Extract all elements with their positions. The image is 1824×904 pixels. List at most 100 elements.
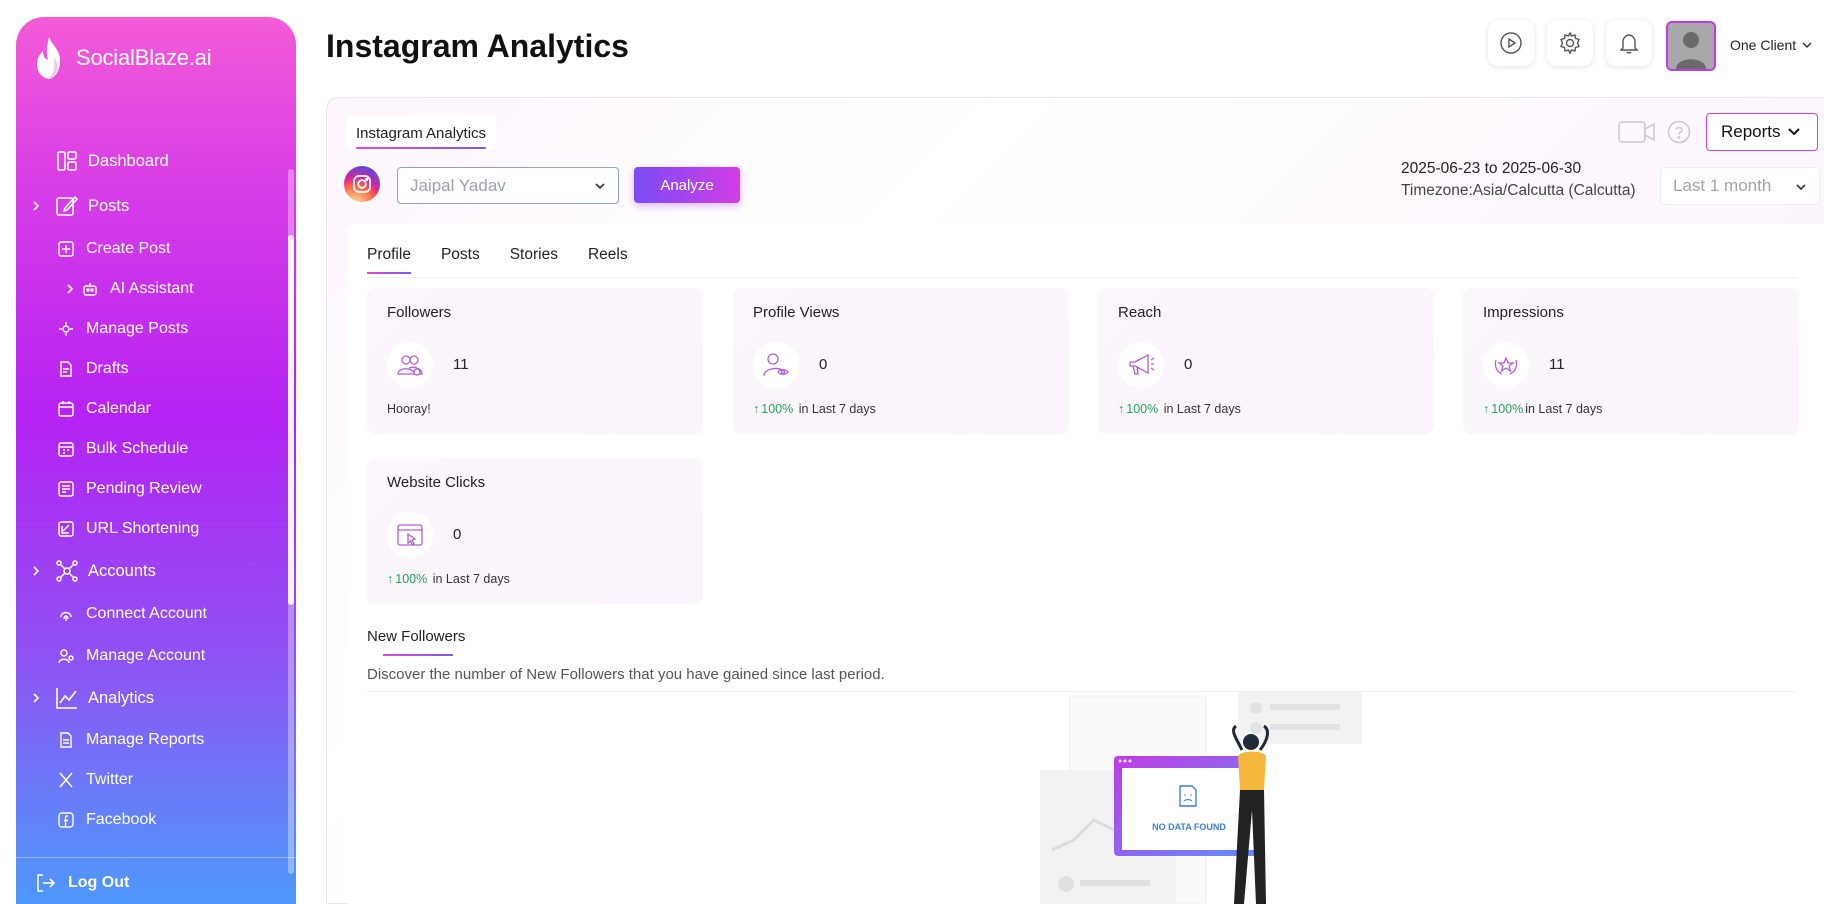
sidebar-item-label: Facebook: [86, 811, 157, 828]
video-camera-icon[interactable]: [1618, 120, 1656, 144]
account-select[interactable]: Jaipal Yadav: [397, 167, 619, 204]
stat-value: 0: [1184, 356, 1193, 373]
stat-pct: 100%: [761, 402, 794, 416]
account-select-value: Jaipal Yadav: [410, 175, 506, 195]
stat-value: 0: [819, 356, 828, 373]
period-select[interactable]: Last 1 month: [1660, 167, 1820, 205]
network-icon: [54, 558, 80, 584]
new-followers-title: New Followers: [367, 628, 466, 645]
stat-pct: 100%: [395, 572, 428, 586]
sidebar-item-label: Calendar: [86, 400, 151, 417]
megaphone-icon: [1118, 342, 1164, 388]
sidebar-item-calendar[interactable]: Calendar: [56, 394, 151, 424]
sidebar-item-manage-posts[interactable]: Manage Posts: [56, 314, 188, 344]
scrollbar-thumb[interactable]: [288, 235, 294, 605]
client-name: One Client: [1730, 37, 1797, 53]
sidebar-item-ai-assistant[interactable]: AI Assistant: [67, 274, 194, 304]
calendar-icon: [56, 399, 76, 419]
sidebar-item-label: Create Post: [86, 240, 171, 257]
tab-stories[interactable]: Stories: [510, 246, 558, 274]
stat-footer-text: Hooray!: [387, 402, 431, 416]
notifications-button[interactable]: [1606, 20, 1652, 66]
tab-posts[interactable]: Posts: [441, 246, 480, 274]
sidebar-item-posts[interactable]: Posts: [33, 191, 129, 221]
facebook-icon: [56, 810, 76, 830]
sidebar-item-pending-review[interactable]: Pending Review: [56, 474, 202, 504]
create-post-icon: [56, 239, 76, 259]
sidebar-item-label: Bulk Schedule: [86, 440, 189, 457]
sidebar-item-manage-reports[interactable]: Manage Reports: [56, 725, 204, 755]
sidebar-item-label: AI Assistant: [110, 280, 194, 297]
stat-value: 11: [1549, 356, 1565, 373]
logout-button[interactable]: Log Out: [34, 872, 129, 894]
sidebar-divider: [16, 857, 296, 858]
sidebar-item-connect-account[interactable]: Connect Account: [56, 599, 207, 629]
sidebar-item-twitter[interactable]: Twitter: [56, 765, 133, 795]
sidebar-item-accounts[interactable]: Accounts: [33, 556, 156, 586]
brand-logo[interactable]: SocialBlaze.ai: [30, 35, 212, 81]
client-switcher[interactable]: One Client: [1730, 37, 1812, 53]
report-icon: [56, 730, 76, 750]
link-icon: [56, 519, 76, 539]
settings-button[interactable]: [1547, 20, 1593, 66]
stat-pct: 100%: [1126, 402, 1159, 416]
profile-view-icon: [753, 342, 799, 388]
stat-title: Website Clicks: [387, 474, 486, 491]
sidebar: SocialBlaze.ai Dashboard Posts Create Po…: [16, 17, 296, 904]
app-root: SocialBlaze.ai Dashboard Posts Create Po…: [0, 0, 1824, 904]
sidebar-item-label: Connect Account: [86, 605, 207, 622]
click-window-icon: [387, 512, 433, 558]
sidebar-item-label: Dashboard: [88, 151, 169, 170]
tab-profile[interactable]: Profile: [367, 246, 411, 274]
sidebar-item-bulk-schedule[interactable]: Bulk Schedule: [56, 434, 188, 464]
chevron-down-icon: [595, 183, 605, 190]
arrow-up-icon: ↑: [753, 402, 760, 416]
timezone: Timezone:Asia/Calcutta (Calcutta): [1401, 182, 1636, 199]
page-title: Instagram Analytics: [326, 28, 629, 64]
stat-suffix: in Last 7 days: [429, 572, 510, 586]
sidebar-item-label: Twitter: [86, 771, 134, 788]
tabs-divider: [367, 277, 1797, 278]
gear-icon: [1560, 31, 1580, 55]
flame-icon: [37, 37, 60, 79]
date-range: 2025-06-23 to 2025-06-30: [1401, 160, 1582, 177]
avatar[interactable]: [1666, 21, 1716, 71]
sidebar-scrollbar[interactable]: [288, 169, 294, 874]
sidebar-item-create-post[interactable]: Create Post: [56, 234, 170, 264]
sidebar-item-label: Manage Account: [86, 647, 206, 664]
sidebar-item-manage-account[interactable]: Manage Account: [56, 641, 205, 671]
sidebar-item-analytics[interactable]: Analytics: [33, 683, 154, 713]
stat-suffix: in Last 7 days: [1525, 402, 1603, 416]
sidebar-item-url-shortening[interactable]: URL Shortening: [56, 514, 199, 544]
robot-icon: [80, 279, 100, 299]
no-data-illustration: NO DATA FOUND: [1040, 692, 1362, 904]
tab-reels[interactable]: Reels: [588, 246, 628, 274]
chevron-down-icon: [1802, 42, 1812, 49]
stat-title: Impressions: [1483, 304, 1564, 321]
sidebar-item-facebook[interactable]: Facebook: [56, 805, 156, 835]
sidebar-item-label: Manage Posts: [86, 320, 189, 337]
stat-footer: Hooray!: [387, 402, 431, 416]
manage-posts-icon: [56, 319, 76, 339]
stat-value: 0: [453, 526, 462, 543]
card-tab-label: Instagram Analytics: [356, 124, 487, 142]
award-star-icon: [1483, 342, 1529, 388]
tutorial-button[interactable]: [1488, 20, 1534, 66]
stat-footer: ↑ 100% in Last 7 days: [753, 402, 876, 416]
chevron-right-icon: [33, 693, 40, 703]
sidebar-item-drafts[interactable]: Drafts: [56, 354, 129, 384]
pending-review-icon: [56, 479, 76, 499]
period-select-value: Last 1 month: [1673, 176, 1772, 195]
reports-button[interactable]: Reports: [1706, 113, 1818, 151]
sidebar-item-dashboard[interactable]: Dashboard: [54, 146, 169, 176]
dashboard-icon: [54, 148, 80, 174]
help-icon[interactable]: [1667, 120, 1691, 144]
stat-card-profile-views: Profile Views 0 ↑ 100% in Last 7 days: [733, 288, 1069, 434]
tab-instagram-analytics[interactable]: Instagram Analytics: [346, 115, 497, 151]
analyze-button[interactable]: Analyze: [634, 167, 740, 203]
bulk-schedule-icon: [56, 439, 76, 459]
x-twitter-icon: [56, 770, 76, 790]
new-followers-description: Discover the number of New Followers tha…: [367, 666, 885, 683]
chevron-right-icon: [67, 284, 74, 294]
user-settings-icon: [56, 646, 76, 666]
